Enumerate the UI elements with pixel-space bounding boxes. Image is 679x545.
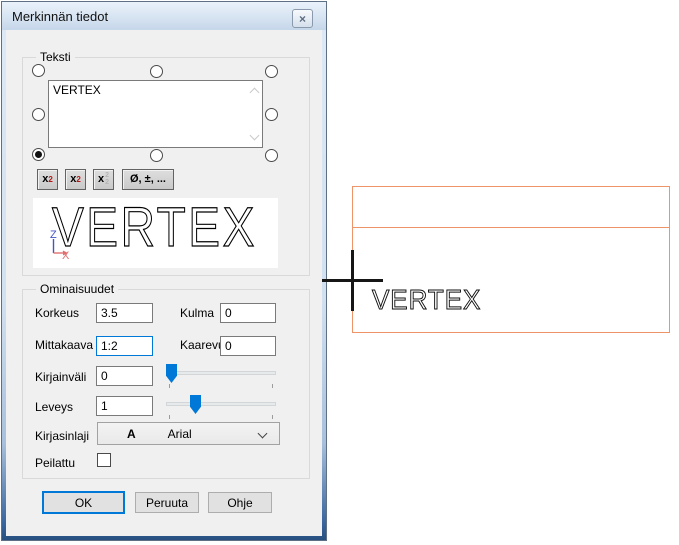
cancel-button[interactable]: Peruuta [135, 492, 199, 513]
kirjainvali-slider[interactable] [164, 363, 278, 389]
anchor-radio-middle-right[interactable] [265, 108, 278, 121]
text-preview: VERTEX Z X [33, 198, 278, 268]
anchor-radio-top-center[interactable] [150, 65, 163, 78]
special-chars-label: Ø, ±, ... [130, 174, 166, 185]
font-glyph: A [127, 427, 136, 441]
anchor-radio-top-left[interactable] [32, 64, 45, 77]
korkeus-field[interactable] [96, 303, 153, 323]
subscript-button[interactable]: x2 [65, 169, 86, 190]
anchor-radio-bottom-center[interactable] [150, 149, 163, 162]
kaarevuus-field[interactable] [220, 336, 276, 356]
kirjainvali-slider-thumb[interactable] [166, 364, 177, 383]
font-value: Arial [168, 427, 192, 441]
font-dropdown[interactable]: A Arial [97, 422, 280, 445]
canvas-annotation-text: VERTEX [372, 286, 481, 314]
mittakaava-field[interactable] [96, 336, 153, 356]
crosshair-cursor-vertical [351, 250, 354, 311]
chevron-down-icon [258, 429, 268, 439]
ok-button-label: OK [75, 496, 92, 510]
ominaisuudet-group-label: Ominaisuudet [36, 282, 118, 296]
help-button[interactable]: Ohje [208, 492, 272, 513]
help-button-label: Ohje [227, 496, 252, 510]
leveys-slider-thumb[interactable] [190, 395, 201, 414]
annotation-rectangle-divider [353, 227, 669, 228]
normal-script-base: x [98, 174, 104, 185]
kirjainvali-slider-track[interactable] [166, 371, 276, 375]
annotation-text-input[interactable]: VERTEX [48, 80, 263, 148]
title-bar[interactable]: Merkinnän tiedot [2, 2, 326, 30]
leveys-label: Leveys [35, 400, 73, 414]
kirjasinlaji-label: Kirjasinlaji [35, 429, 89, 443]
slider-tick [169, 384, 170, 388]
teksti-group-label: Teksti [36, 50, 75, 64]
mittakaava-label: Mittakaava [35, 338, 93, 352]
leveys-slider[interactable] [164, 394, 278, 420]
normal-script-sub: 2 [105, 180, 109, 186]
dialog-title: Merkinnän tiedot [12, 9, 108, 24]
svg-text:X: X [62, 250, 70, 260]
kirjainvali-label: Kirjainväli [35, 370, 86, 384]
peilattu-checkbox[interactable] [97, 453, 111, 467]
close-button[interactable]: × [292, 9, 313, 28]
kulma-label: Kulma [180, 306, 214, 320]
preview-outline-text: VERTEX [52, 199, 257, 255]
close-icon: × [299, 13, 306, 25]
normal-script-button[interactable]: x 2 2 [93, 169, 114, 190]
annotation-details-dialog: Merkinnän tiedot × Teksti VERTEX x2 x2 [1, 1, 327, 541]
subscript-digit: 2 [76, 176, 80, 184]
cancel-button-label: Peruuta [146, 496, 188, 510]
special-chars-button[interactable]: Ø, ±, ... [122, 169, 174, 190]
anchor-radio-top-right[interactable] [265, 65, 278, 78]
kirjainvali-field[interactable] [96, 366, 153, 386]
anchor-radio-middle-left[interactable] [32, 108, 45, 121]
anchor-radio-bottom-left[interactable] [32, 148, 45, 161]
slider-tick [272, 415, 273, 419]
peilattu-label: Peilattu [35, 456, 75, 470]
kulma-field[interactable] [220, 303, 276, 323]
coordinate-axis-icon: Z X [49, 228, 75, 260]
slider-tick [272, 384, 273, 388]
dialog-content: Teksti VERTEX x2 x2 x 2 2 [6, 30, 322, 536]
superscript-digit: 2 [48, 176, 52, 184]
ok-button[interactable]: OK [42, 491, 125, 514]
slider-tick [169, 415, 170, 419]
korkeus-label: Korkeus [35, 306, 79, 320]
superscript-button[interactable]: x2 [37, 169, 58, 190]
drawing-canvas[interactable]: VERTEX [330, 0, 679, 545]
anchor-radio-bottom-right[interactable] [265, 149, 278, 162]
leveys-slider-track[interactable] [166, 402, 276, 406]
annotation-text-wrap: VERTEX [48, 80, 263, 148]
leveys-field[interactable] [96, 396, 153, 416]
